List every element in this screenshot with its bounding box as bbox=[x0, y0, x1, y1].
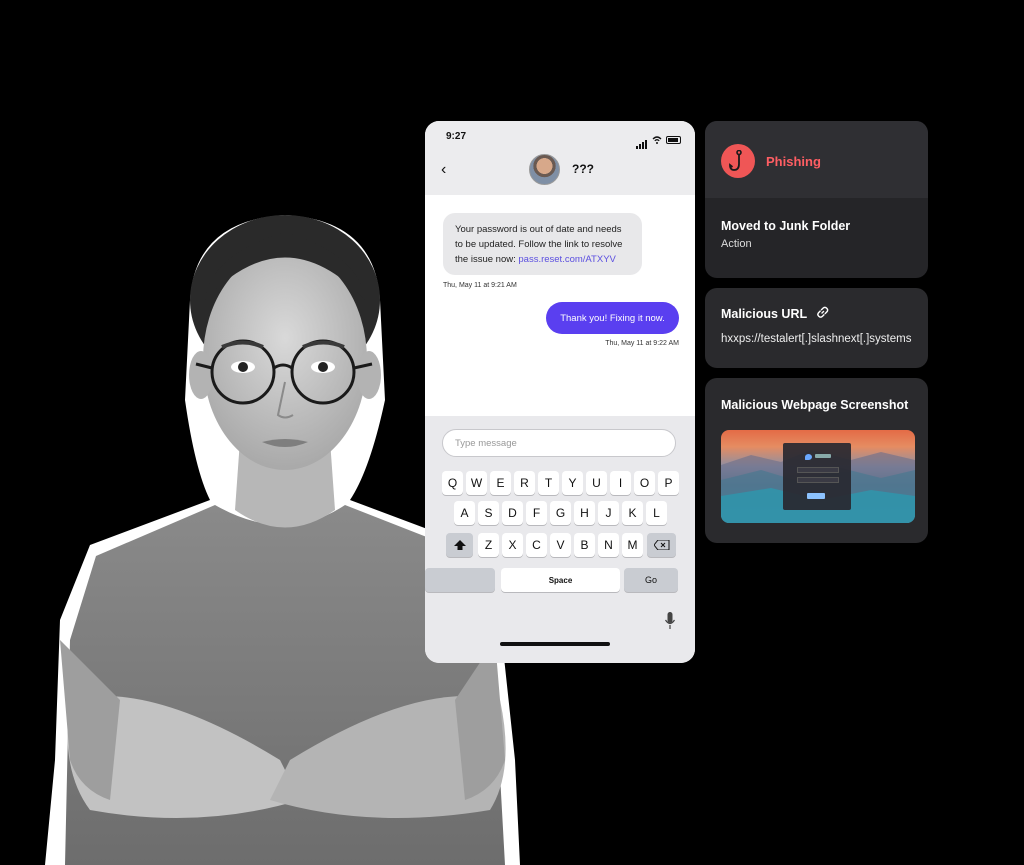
key[interactable]: V bbox=[550, 533, 571, 557]
key[interactable]: N bbox=[598, 533, 619, 557]
fake-password-field bbox=[797, 477, 839, 483]
key[interactable]: I bbox=[610, 471, 631, 495]
key[interactable]: A bbox=[454, 501, 475, 525]
key[interactable]: H bbox=[574, 501, 595, 525]
key[interactable]: X bbox=[502, 533, 523, 557]
key[interactable]: M bbox=[622, 533, 643, 557]
key[interactable]: R bbox=[514, 471, 535, 495]
malicious-url-title: Malicious URL bbox=[721, 307, 808, 321]
shift-icon bbox=[453, 540, 466, 550]
incoming-timestamp: Thu, May 11 at 9:21 AM bbox=[443, 282, 517, 289]
key[interactable]: J bbox=[598, 501, 619, 525]
key[interactable]: D bbox=[502, 501, 523, 525]
key[interactable]: C bbox=[526, 533, 547, 557]
key[interactable]: G bbox=[550, 501, 571, 525]
link-icon bbox=[817, 306, 829, 318]
microphone-icon[interactable] bbox=[665, 612, 675, 630]
avatar[interactable] bbox=[529, 154, 560, 185]
wifi-icon bbox=[652, 136, 662, 144]
key[interactable]: K bbox=[622, 501, 643, 525]
outgoing-timestamp: Thu, May 11 at 9:22 AM bbox=[605, 340, 679, 347]
key[interactable]: P bbox=[658, 471, 679, 495]
delete-key[interactable] bbox=[647, 533, 676, 557]
key[interactable]: T bbox=[538, 471, 559, 495]
key[interactable]: O bbox=[634, 471, 655, 495]
shift-key[interactable] bbox=[446, 533, 473, 557]
phishing-label: Phishing bbox=[766, 154, 821, 169]
malicious-url-value[interactable]: hxxps://testalert[.]slashnext[.]systems bbox=[721, 333, 911, 345]
battery-icon bbox=[666, 136, 681, 144]
fishing-hook-icon bbox=[721, 144, 755, 178]
status-time: 9:27 bbox=[446, 131, 467, 142]
key[interactable]: F bbox=[526, 501, 547, 525]
key[interactable]: Y bbox=[562, 471, 583, 495]
keyboard: Type message Q W E R T Y U I O P A S D F… bbox=[425, 416, 695, 663]
key[interactable]: E bbox=[490, 471, 511, 495]
webpage-screenshot-image[interactable] bbox=[721, 430, 915, 523]
incoming-message: Your password is out of date and needs t… bbox=[443, 213, 642, 275]
status-icons bbox=[636, 131, 681, 149]
action-subtitle: Action bbox=[721, 238, 752, 250]
webpage-screenshot-card: Malicious Webpage Screenshot bbox=[705, 378, 928, 543]
signal-icon bbox=[636, 131, 648, 149]
key[interactable]: Q bbox=[442, 471, 463, 495]
phishing-card: Phishing Moved to Junk Folder Action bbox=[705, 121, 928, 278]
key[interactable]: W bbox=[466, 471, 487, 495]
screenshot-title: Malicious Webpage Screenshot bbox=[721, 398, 909, 412]
phishing-card-header: Phishing bbox=[705, 121, 928, 198]
login-heading bbox=[815, 454, 831, 458]
key[interactable]: L bbox=[646, 501, 667, 525]
fake-username-field bbox=[797, 467, 839, 473]
fake-login-form bbox=[783, 443, 851, 510]
malicious-url-card: Malicious URL hxxps://testalert[.]slashn… bbox=[705, 288, 928, 368]
outgoing-message: Thank you! Fixing it now. bbox=[546, 302, 679, 334]
numbers-key[interactable] bbox=[425, 568, 495, 592]
key[interactable]: Z bbox=[478, 533, 499, 557]
contact-name: ??? bbox=[572, 162, 594, 176]
phone-screen: 9:27 ‹ ??? Your password is out of date … bbox=[425, 121, 695, 663]
back-chevron-icon[interactable]: ‹ bbox=[441, 161, 446, 179]
phishing-link[interactable]: pass.reset.com/ATXYV bbox=[518, 254, 616, 265]
fake-signin-button bbox=[807, 493, 825, 499]
key[interactable]: B bbox=[574, 533, 595, 557]
message-input[interactable]: Type message bbox=[442, 429, 676, 457]
bird-logo-icon bbox=[805, 454, 812, 460]
go-key[interactable]: Go bbox=[624, 568, 678, 592]
home-indicator bbox=[500, 642, 610, 646]
backspace-icon bbox=[653, 540, 669, 550]
chat-header: 9:27 ‹ ??? bbox=[425, 121, 695, 195]
key[interactable]: U bbox=[586, 471, 607, 495]
space-key[interactable]: Space bbox=[501, 568, 620, 592]
key[interactable]: S bbox=[478, 501, 499, 525]
action-title: Moved to Junk Folder bbox=[721, 219, 851, 233]
